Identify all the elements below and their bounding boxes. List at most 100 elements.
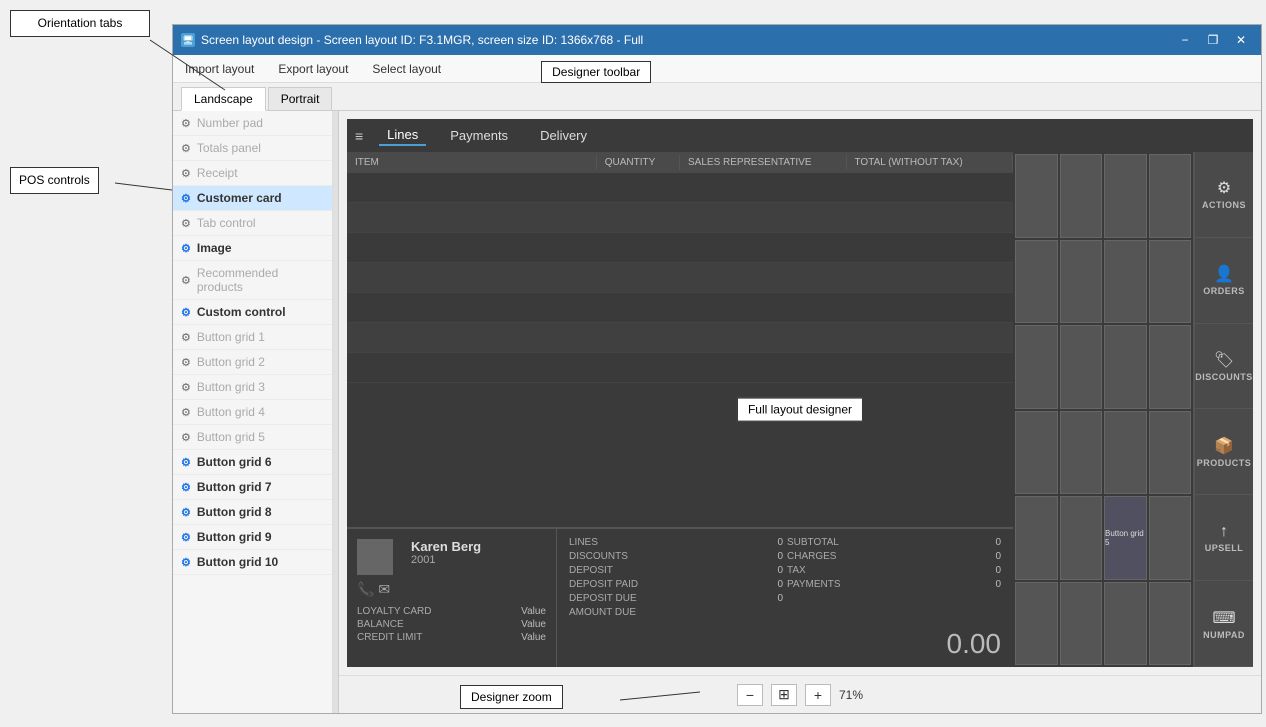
gear-icon: ⚙: [181, 306, 191, 319]
sidebar-item-image[interactable]: ⚙ Image: [173, 236, 332, 261]
minimize-button[interactable]: −: [1173, 30, 1197, 50]
layout-tab-payments[interactable]: Payments: [442, 126, 516, 145]
btn-cell[interactable]: [1104, 325, 1147, 409]
zoom-out-button[interactable]: −: [737, 684, 763, 706]
btn-cell[interactable]: [1015, 325, 1058, 409]
btn-cell[interactable]: [1149, 240, 1192, 324]
restore-button[interactable]: ❐: [1201, 30, 1225, 50]
sidebar-item-number-pad[interactable]: ⚙ Number pad: [173, 111, 332, 136]
btn-cell[interactable]: [1015, 582, 1058, 666]
btn-cell[interactable]: [1104, 411, 1147, 495]
btn-cell[interactable]: [1060, 582, 1103, 666]
customer-name: Karen Berg: [411, 539, 481, 554]
tab-landscape[interactable]: Landscape: [181, 87, 266, 111]
sidebar-item-button-grid-4[interactable]: ⚙ Button grid 4: [173, 400, 332, 425]
sidebar-item-button-grid-5[interactable]: ⚙ Button grid 5: [173, 425, 332, 450]
table-row: [347, 263, 1013, 293]
btn-cell[interactable]: [1060, 411, 1103, 495]
numpad-icon: ⌨: [1212, 608, 1235, 628]
action-btn-orders[interactable]: 👤 ORDERS: [1195, 238, 1253, 324]
customer-fields: LOYALTY CARD Value BALANCE Value: [357, 606, 546, 643]
layout-header: ≡ Lines Payments Delivery: [347, 119, 1253, 152]
lines-table-header: ITEM QUANTITY SALES REPRESENTATIVE TOTAL…: [347, 152, 1013, 173]
balance-row: BALANCE Value: [357, 619, 546, 630]
sidebar-item-customer-card[interactable]: ⚙ Customer card: [173, 186, 332, 211]
gear-icon: ⚙: [181, 167, 191, 180]
orientation-tabs-annotation: Orientation tabs: [10, 10, 150, 37]
zoom-in-button[interactable]: +: [805, 684, 831, 706]
loyalty-card-row: LOYALTY CARD Value: [357, 606, 546, 617]
layout-designer: ≡ Lines Payments Delivery ITEM QUANTITY: [339, 111, 1261, 675]
summary-row-amount-due: AMOUNT DUE: [569, 607, 1001, 618]
lines-table-body: [347, 173, 1013, 527]
btn-cell-grid5[interactable]: Button grid 5: [1104, 496, 1147, 580]
designer-zoom-annotation: Designer zoom: [460, 685, 563, 709]
designer-toolbar-annotation: Designer toolbar: [541, 61, 651, 83]
main-content: ⚙ Number pad ⚙ Totals panel ⚙ Receipt ⚙ …: [173, 111, 1261, 713]
btn-cell[interactable]: [1149, 154, 1192, 238]
menu-bar: Import layout Export layout Select layou…: [173, 55, 1261, 83]
sidebar-item-tab-control[interactable]: ⚙ Tab control: [173, 211, 332, 236]
sidebar-item-button-grid-1[interactable]: ⚙ Button grid 1: [173, 325, 332, 350]
full-layout-designer-annotation: Full layout designer: [737, 398, 863, 422]
summary-row-discounts: DISCOUNTS 0 CHARGES 0: [569, 551, 1001, 562]
sidebar-item-button-grid-7[interactable]: ⚙ Button grid 7: [173, 475, 332, 500]
title-bar-controls: − ❐ ✕: [1173, 30, 1253, 50]
btn-cell[interactable]: [1104, 154, 1147, 238]
close-button[interactable]: ✕: [1229, 30, 1253, 50]
sidebar-item-button-grid-6[interactable]: ⚙ Button grid 6: [173, 450, 332, 475]
sidebar-item-receipt[interactable]: ⚙ Receipt: [173, 161, 332, 186]
btn-cell[interactable]: [1015, 240, 1058, 324]
sidebar-item-recommended-products[interactable]: ⚙ Recommended products: [173, 261, 332, 300]
btn-cell[interactable]: [1149, 582, 1192, 666]
tab-portrait[interactable]: Portrait: [268, 87, 333, 110]
zoom-reset-icon: ⊞: [778, 686, 790, 703]
btn-cell[interactable]: [1060, 240, 1103, 324]
gear-icon: ⚙: [181, 117, 191, 130]
sidebar-item-totals-panel[interactable]: ⚙ Totals panel: [173, 136, 332, 161]
gear-icon: ⚙: [181, 356, 191, 369]
export-layout-menu[interactable]: Export layout: [274, 60, 352, 78]
sidebar-item-custom-control[interactable]: ⚙ Custom control: [173, 300, 332, 325]
summary-row-deposit-paid: DEPOSIT PAID 0 PAYMENTS 0: [569, 579, 1001, 590]
action-btn-upsell[interactable]: ↑ UPSELL: [1195, 495, 1253, 581]
btn-cell[interactable]: [1149, 411, 1192, 495]
btn-cell[interactable]: [1015, 411, 1058, 495]
btn-cell[interactable]: [1060, 325, 1103, 409]
select-layout-menu[interactable]: Select layout: [368, 60, 445, 78]
sidebar-item-button-grid-8[interactable]: ⚙ Button grid 8: [173, 500, 332, 525]
btn-cell[interactable]: [1104, 240, 1147, 324]
layout-tab-delivery[interactable]: Delivery: [532, 126, 595, 145]
btn-cell[interactable]: [1149, 496, 1192, 580]
sidebar-item-button-grid-2[interactable]: ⚙ Button grid 2: [173, 350, 332, 375]
btn-cell[interactable]: [1060, 496, 1103, 580]
action-btn-actions[interactable]: ⚙ ACTIONS: [1195, 152, 1253, 238]
btn-cell[interactable]: [1104, 582, 1147, 666]
customer-info: Karen Berg 2001 📞 ✉ LOYALTY CARD Va: [347, 529, 557, 667]
gear-icon: ⚙: [181, 481, 191, 494]
sidebar-item-button-grid-9[interactable]: ⚙ Button grid 9: [173, 525, 332, 550]
layout-tab-lines[interactable]: Lines: [379, 125, 426, 146]
credit-limit-row: CREDIT LIMIT Value: [357, 632, 546, 643]
btn-cell[interactable]: [1015, 154, 1058, 238]
customer-panel: Karen Berg 2001 📞 ✉ LOYALTY CARD Va: [347, 527, 1013, 667]
zoom-reset-button[interactable]: ⊞: [771, 684, 797, 706]
gear-icon: ⚙: [181, 406, 191, 419]
btn-cell[interactable]: [1015, 496, 1058, 580]
button-grid-main: Button grid 5: [1013, 152, 1193, 667]
gear-icon: ⚙: [181, 506, 191, 519]
designer-area: Full layout designer ≡ Lines Payments De…: [339, 111, 1261, 713]
table-row: [347, 353, 1013, 383]
btn-cell[interactable]: [1060, 154, 1103, 238]
btn-cell[interactable]: [1149, 325, 1192, 409]
action-btn-products[interactable]: 📦 PRODUCTS: [1195, 409, 1253, 495]
sidebar-item-button-grid-10[interactable]: ⚙ Button grid 10: [173, 550, 332, 575]
action-btn-discounts[interactable]: 🏷 DISCOUNTS: [1195, 324, 1253, 410]
hamburger-icon[interactable]: ≡: [355, 128, 363, 144]
sidebar-item-button-grid-3[interactable]: ⚙ Button grid 3: [173, 375, 332, 400]
table-row: [347, 173, 1013, 203]
action-btn-numpad[interactable]: ⌨ NUMPAD: [1195, 581, 1253, 667]
col-total: TOTAL (WITHOUT TAX): [847, 155, 1014, 170]
customer-contact-icons: 📞 ✉: [357, 581, 546, 598]
import-layout-menu[interactable]: Import layout: [181, 60, 258, 78]
